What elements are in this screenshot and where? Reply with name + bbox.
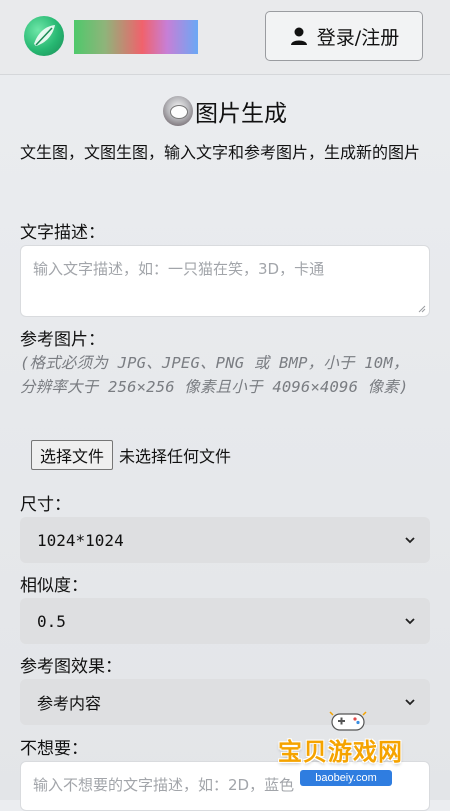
chevron-down-icon	[405, 537, 415, 544]
page-title-row: 图片生成	[0, 92, 450, 130]
choose-file-button[interactable]: 选择文件	[31, 440, 114, 470]
watermark-text: 宝贝游戏网	[278, 738, 403, 766]
chevron-down-icon	[405, 699, 415, 706]
similarity-selected-value: 0.5	[37, 611, 66, 631]
page-title: 图片生成	[195, 101, 287, 127]
negative-prompt-label: 不想要：	[20, 739, 88, 759]
site-watermark: 宝贝游戏网 baobeiy.com	[270, 708, 440, 796]
file-status-text: 未选择任何文件	[119, 447, 232, 466]
text-description-label: 文字描述：	[20, 223, 105, 243]
reference-effect-selected-value: 参考内容	[37, 694, 102, 713]
app-header: 登录/注册	[0, 0, 450, 75]
robot-cat-avatar-icon	[163, 96, 193, 126]
reference-effect-label: 参考图效果：	[20, 657, 122, 677]
reference-image-label: 参考图片：	[20, 330, 105, 350]
user-icon	[290, 27, 307, 45]
brand-banner	[74, 20, 198, 54]
file-picker: 选择文件 未选择任何文件	[31, 439, 231, 471]
login-register-label: 登录/注册	[316, 26, 400, 49]
reference-image-hint: (格式必须为 JPG、JPEG、PNG 或 BMP，小于 10M，分辨率大于 2…	[20, 354, 409, 396]
page-description: 文生图，文图生图，输入文字和参考图片，生成新的图片	[20, 143, 421, 162]
similarity-select[interactable]: 0.5	[20, 598, 430, 644]
login-register-button[interactable]: 登录/注册	[265, 11, 423, 61]
gamepad-icon	[329, 711, 367, 731]
text-description-placeholder: 输入文字描述，如：一只猫在笑，3D，卡通	[33, 260, 325, 278]
negative-prompt-placeholder: 输入不想要的文字描述，如：2D，蓝色	[33, 776, 295, 794]
text-description-input[interactable]: 输入文字描述，如：一只猫在笑，3D，卡通	[20, 245, 430, 317]
size-label: 尺寸：	[20, 495, 71, 515]
watermark-url: baobeiy.com	[300, 770, 392, 786]
resize-handle-icon[interactable]	[418, 305, 426, 313]
chevron-down-icon	[405, 618, 415, 625]
similarity-label: 相似度：	[20, 576, 88, 596]
size-select[interactable]: 1024*1024	[20, 517, 430, 563]
app-logo-icon[interactable]	[24, 16, 64, 56]
size-selected-value: 1024*1024	[37, 530, 124, 550]
